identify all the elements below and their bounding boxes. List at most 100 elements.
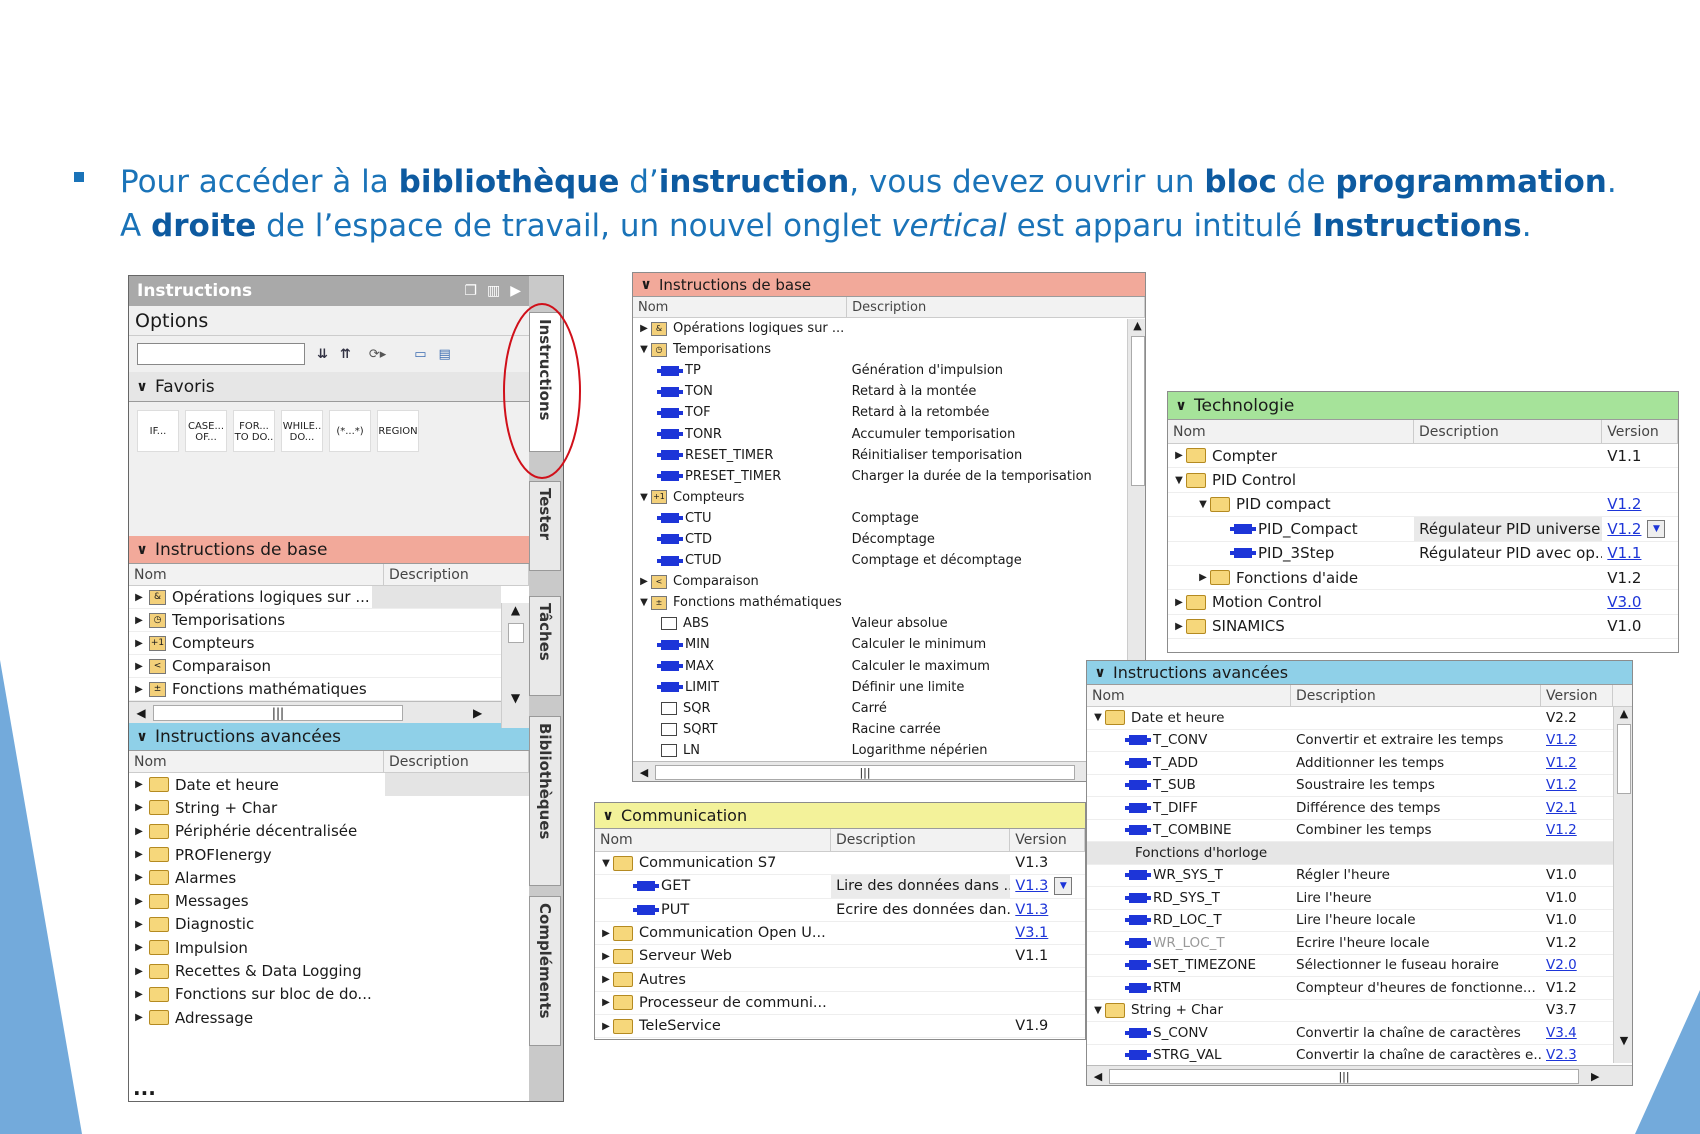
expand-arrow-icon[interactable]: ▶ [129,661,149,672]
fav-while[interactable]: WHILE.. DO... [281,410,323,452]
row-version[interactable]: V2.1 [1541,800,1613,816]
scroll-thumb[interactable]: ||| [153,704,403,721]
tree-row[interactable]: ▶ PROFIenergy [129,843,529,866]
fav-region[interactable]: REGION [377,410,419,452]
tree-row[interactable]: T_COMBINE Combiner les temps V1.2 [1087,820,1613,842]
tab-tester[interactable]: Tester [529,481,561,571]
tree-row[interactable]: ABS Valeur absolue [633,613,1127,634]
version-text[interactable]: V1.3 [1015,878,1048,894]
tree-row[interactable]: ▶ Processeur de communi... [595,992,1085,1016]
tree-row[interactable]: T_DIFF Différence des temps V2.1 [1087,797,1613,820]
expand-arrow-icon[interactable]: ▼ [637,597,651,608]
expand-arrow-icon[interactable]: ▶ [129,989,149,1000]
expand-arrow-icon[interactable]: ▶ [637,323,651,334]
tab-taches[interactable]: Tâches [529,596,561,696]
tree-row[interactable]: GET Lire des données dans ... V1.3 ▼ [595,875,1085,899]
tree-row[interactable]: SET_TIMEZONE Sélectionner le fuseau horai… [1087,955,1613,977]
search-input[interactable] [137,343,305,365]
tree-row[interactable]: TP Génération d'impulsion [633,360,1127,381]
tree-row[interactable]: ▼ PID Control [1168,468,1678,493]
row-version[interactable]: V1.3 ▼ [1010,877,1085,896]
tree-row[interactable]: SQRT Racine carrée [633,719,1127,740]
tree-row[interactable]: ▶ Fonctions d'aide V1.2 [1168,566,1678,591]
scroll-thumb[interactable]: ||| [1109,1069,1579,1084]
scroll-thumb[interactable] [1617,724,1631,794]
scroll-up-icon[interactable]: ▲ [1128,319,1145,332]
scroll-up-icon[interactable]: ▲ [1614,707,1632,720]
tree-row[interactable]: LN Logarithme népérien [633,740,1127,761]
dropdown-arrow-icon[interactable]: ▼ [1054,877,1073,896]
tree-row[interactable]: PID_3Step Régulateur PID avec op... V1.1 [1168,542,1678,566]
scroll-up-icon[interactable]: ▲ [502,603,529,617]
tree-row[interactable]: ▶ Diagnostic [129,913,529,936]
version-text[interactable]: V1.2 [1546,822,1577,838]
row-version[interactable]: V1.2 [1541,777,1613,793]
expand-arrow-icon[interactable]: ▶ [129,849,149,860]
tree-row[interactable]: ▶ Date et heure [129,773,529,797]
row-version[interactable]: V1.2 [1541,822,1613,838]
adv-panel-header[interactable]: ∨ Instructions avancées [1087,661,1632,685]
row-version[interactable]: V1.2 [1602,495,1678,513]
tree-row[interactable]: TOF Retard à la retombée [633,402,1127,423]
expand-arrow-icon[interactable]: ▼ [1091,712,1105,723]
tree-row[interactable]: LIMIT Définir une limite [633,677,1127,698]
tree-row[interactable]: ▼ ◷ Temporisations [633,339,1127,360]
expand-arrow-icon[interactable]: ▶ [1172,621,1186,632]
tree-row[interactable]: RD_SYS_T Lire l'heure V1.0 [1087,887,1613,910]
scroll-down-icon[interactable]: ▼ [502,691,529,705]
expand-arrow-icon[interactable]: ▶ [129,802,149,813]
tab-complements[interactable]: Compléments [529,896,561,1046]
h-scrollbar[interactable]: ◀ ||| ▶ [1087,1065,1632,1085]
row-version[interactable]: V2.3 [1541,1047,1613,1063]
search-up-icon[interactable]: ⇈ [340,347,351,362]
expand-arrow-icon[interactable]: ▶ [129,615,149,626]
tree-row[interactable]: MAX Calculer le maximum [633,656,1127,677]
scroll-thumb[interactable]: ||| [655,765,1075,780]
tree-row[interactable]: PUT Ecrire des données dan... V1.3 [595,899,1085,922]
search-down-icon[interactable]: ⇊ [317,347,328,362]
tree-row[interactable]: CTU Comptage [633,508,1127,529]
h-scrollbar[interactable]: ◀ ||| ▶ [129,701,529,723]
float-icon[interactable]: ❐ [464,276,477,306]
expand-arrow-icon[interactable]: ▶ [599,997,613,1008]
expand-arrow-icon[interactable]: ▶ [599,1021,613,1032]
tree-row[interactable]: TONR Accumuler temporisation [633,423,1127,444]
tree-row[interactable]: ▶ TeleService V1.9 [595,1015,1085,1039]
view-list-icon[interactable]: ▭ [414,347,426,362]
tree-row[interactable]: ▶ SINAMICS V1.0 [1168,615,1678,640]
tree-row[interactable]: ▶ ± Fonctions mathématiques [129,678,501,701]
scroll-right-icon[interactable]: ▶ [1591,1070,1599,1083]
scroll-thumb[interactable] [1130,336,1145,486]
scroll-left-icon[interactable]: ◀ [633,766,655,779]
pin-icon[interactable]: ▥ [487,276,500,306]
tree-row[interactable]: WR_LOC_T Ecrire l'heure locale V1.2 [1087,932,1613,955]
tree-row[interactable]: RESET_TIMER Réinitialiser temporisation [633,445,1127,466]
version-text[interactable]: V1.2 [1607,495,1641,513]
version-text[interactable]: V1.2 [1607,520,1641,538]
tree-row[interactable]: CTD Décomptage [633,529,1127,550]
expand-arrow-icon[interactable]: ▶ [1172,450,1186,461]
fav-for[interactable]: FOR... TO DO.. [233,410,275,452]
tree-row[interactable]: ▶ Adressage [129,1006,529,1029]
refresh-icon[interactable]: ⟳▸ [369,347,386,362]
tree-row[interactable]: STRG_VAL Convertir la chaîne de caractère… [1087,1045,1613,1067]
tree-row[interactable]: T_SUB Soustraire les temps V1.2 [1087,775,1613,797]
row-version[interactable]: V3.0 [1602,593,1678,611]
expand-arrow-icon[interactable]: ▶ [129,779,149,790]
tree-row[interactable]: SQR Carré [633,698,1127,719]
tech-header[interactable]: ∨ Technologie [1168,392,1678,420]
version-text[interactable]: V1.3 [1015,902,1048,918]
expand-arrow-icon[interactable]: ▶ [129,826,149,837]
scroll-left-icon[interactable]: ◀ [1087,1070,1109,1083]
tree-row[interactable]: ▶ Serveur Web V1.1 [595,945,1085,969]
expand-arrow-icon[interactable]: ▼ [1172,475,1186,486]
version-text[interactable]: V1.2 [1546,755,1577,771]
expand-arrow-icon[interactable]: ▶ [129,942,149,953]
comm-header[interactable]: ∨ Communication [595,803,1085,829]
tree-row[interactable]: PRESET_TIMER Charger la durée de la tempo… [633,466,1127,487]
expand-arrow-icon[interactable]: ▼ [637,492,651,503]
version-text[interactable]: V1.1 [1607,544,1641,562]
version-text[interactable]: V2.3 [1546,1047,1577,1063]
version-text[interactable]: V2.1 [1546,800,1577,816]
row-version[interactable]: V3.4 [1541,1025,1613,1041]
